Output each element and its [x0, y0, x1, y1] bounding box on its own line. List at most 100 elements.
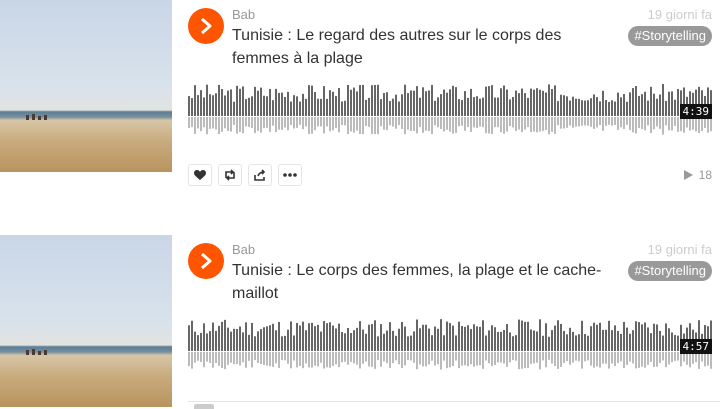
waveform-reflection-bar — [428, 117, 430, 132]
waveform-bar — [392, 330, 394, 351]
waveform-reflection-bar — [338, 352, 340, 368]
waveform-reflection-bar — [632, 352, 634, 364]
waveform-reflection-bar — [212, 117, 214, 129]
waveform[interactable] — [188, 315, 712, 375]
waveform-reflection-bar — [599, 352, 601, 368]
waveform-reflection-bar — [425, 117, 427, 131]
waveform-reflection-bar — [230, 117, 232, 132]
waveform-reflection-bar — [479, 352, 481, 366]
waveform-bar — [527, 321, 529, 351]
track-user[interactable]: Bab — [232, 242, 255, 257]
waveform-reflection-bar — [545, 117, 547, 130]
waveform-bar — [464, 91, 466, 116]
waveform-reflection-bar — [350, 352, 352, 362]
waveform-bar — [431, 335, 433, 351]
waveform-reflection-bar — [356, 117, 358, 131]
waveform-reflection-bar — [371, 117, 373, 134]
waveform-reflection-bar — [359, 352, 361, 369]
waveform-bar — [206, 333, 208, 351]
waveform-bar — [674, 334, 676, 351]
waveform-reflection-bar — [251, 352, 253, 368]
waveform-reflection-bar — [548, 352, 550, 360]
track-user[interactable]: Bab — [232, 7, 255, 22]
waveform-reflection-bar — [671, 117, 673, 131]
waveform-bar — [284, 96, 286, 116]
waveform-bar — [299, 325, 301, 351]
waveform-bar — [326, 98, 328, 116]
waveform-bar — [188, 96, 190, 116]
waveform-reflection-bar — [188, 117, 190, 128]
waveform-bar — [305, 330, 307, 351]
waveform-reflection-bar — [254, 117, 256, 134]
waveform-bar — [566, 96, 568, 116]
waveform-reflection-bar — [428, 352, 430, 365]
waveform-reflection-bar — [431, 352, 433, 361]
waveform-bar — [641, 324, 643, 351]
waveform-bar — [293, 95, 295, 116]
waveform-reflection-bar — [677, 117, 679, 132]
waveform-bar — [425, 324, 427, 351]
waveform-bar — [251, 322, 253, 351]
waveform-reflection-bar — [203, 352, 205, 368]
waveform-bar — [572, 96, 574, 116]
waveform-bar — [506, 89, 508, 116]
waveform-reflection-bar — [239, 352, 241, 366]
waveform-bar — [482, 97, 484, 116]
like-button[interactable] — [188, 164, 212, 186]
waveform-reflection-bar — [503, 117, 505, 134]
waveform-reflection-bar — [281, 352, 283, 361]
waveform-bar — [578, 98, 580, 116]
repost-button[interactable] — [218, 164, 242, 186]
waveform-reflection-bar — [536, 117, 538, 133]
waveform-reflection-bar — [509, 117, 511, 127]
more-button[interactable] — [278, 164, 302, 186]
track-artwork[interactable] — [0, 235, 172, 407]
waveform-reflection-bar — [443, 352, 445, 361]
waveform-bar — [242, 86, 244, 116]
waveform-bar — [278, 92, 280, 116]
waveform-bar — [356, 327, 358, 351]
waveform-bar — [332, 325, 334, 351]
waveform-bar — [233, 328, 235, 351]
track-title[interactable]: Tunisie : Le corps des femmes, la plage … — [232, 259, 612, 305]
waveform-reflection-bar — [323, 352, 325, 369]
waveform-reflection-bar — [554, 117, 556, 134]
waveform-reflection-bar — [377, 117, 379, 135]
waveform[interactable] — [188, 80, 712, 140]
track-tag[interactable]: #Storytelling — [628, 261, 712, 281]
waveform-reflection-bar — [641, 117, 643, 130]
waveform-bar — [254, 336, 256, 351]
waveform-bar — [431, 84, 433, 116]
waveform-bar — [560, 94, 562, 116]
waveform-reflection-bar — [335, 352, 337, 365]
track-tag[interactable]: #Storytelling — [628, 26, 712, 46]
waveform-reflection-bar — [299, 117, 301, 125]
waveform-reflection-bar — [434, 117, 436, 126]
waveform-bar — [338, 323, 340, 351]
track-title[interactable]: Tunisie : Le regard des autres sur le co… — [232, 24, 612, 70]
waveform-reflection-bar — [620, 352, 622, 362]
waveform-bar — [563, 95, 565, 116]
waveform-bar — [491, 85, 493, 116]
share-button[interactable] — [248, 164, 272, 186]
waveform-bar — [188, 325, 190, 351]
track-artwork[interactable] — [0, 0, 172, 172]
waveform-reflection-bar — [392, 117, 394, 127]
waveform-bar — [203, 97, 205, 116]
waveform-reflection-bar — [314, 352, 316, 366]
waveform-reflection-bar — [704, 352, 706, 367]
waveform-bar — [224, 95, 226, 116]
waveform-reflection-bar — [707, 117, 709, 133]
waveform-reflection-bar — [392, 352, 394, 364]
waveform-reflection-bar — [290, 352, 292, 369]
play-button[interactable] — [188, 8, 224, 44]
play-button[interactable] — [188, 243, 224, 279]
waveform-bar — [662, 84, 664, 116]
waveform-reflection-bar — [356, 352, 358, 365]
waveform-reflection-bar — [416, 352, 418, 370]
waveform-bar — [272, 323, 274, 351]
waveform-bar — [308, 323, 310, 351]
waveform-reflection-bar — [548, 117, 550, 135]
waveform-bar — [365, 99, 367, 116]
more-icon — [283, 173, 297, 177]
